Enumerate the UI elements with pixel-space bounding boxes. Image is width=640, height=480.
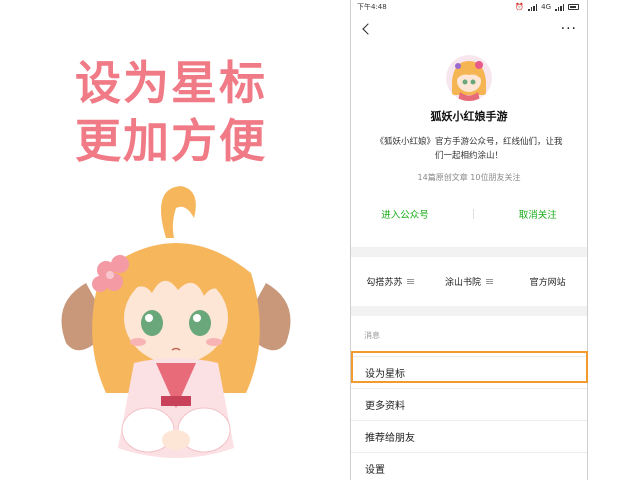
enter-account-button[interactable]: 进入公众号 [381,207,429,221]
menu-item-official-site[interactable]: 官方网站 [508,275,587,288]
account-stats[interactable]: 14篇原创文章 10位朋友关注 [351,172,587,183]
messages-section-label[interactable]: 消息 [351,316,587,356]
custom-menu-bar: 勾搭苏苏 涂山书院 官方网站 [351,257,587,306]
back-chevron-icon[interactable] [361,21,371,37]
action-divider [473,209,475,219]
menu-item-label: 官方网站 [529,278,566,288]
settings-row[interactable]: 设置 [351,452,587,480]
navbar: ··· [351,14,587,44]
mascot-illustration [61,186,291,458]
status-time: 下午4:48 [357,3,387,11]
promo-panel: 设为星标 更加方便 [0,0,345,480]
menu-item-tushan-academy[interactable]: 涂山书院 [430,275,509,288]
section-divider [351,306,587,316]
signal-icon [528,3,538,11]
more-ellipsis-icon[interactable]: ··· [561,22,577,36]
section-divider [351,247,587,257]
submenu-lines-icon [407,279,415,284]
menu-item-gousuosu[interactable]: 勾搭苏苏 [351,275,430,288]
submenu-lines-icon [486,279,494,284]
alarm-icon: ⏰ [515,3,525,11]
unfollow-button[interactable]: 取消关注 [519,207,557,221]
signal-icon-2 [555,3,564,11]
status-bar: 下午4:48 ⏰ 4G [351,0,587,14]
account-description: 《狐妖小红娘》官方手游公众号，红线仙们，让我们一起相约涂山！ [375,137,563,161]
promo-line-1: 设为星标 [75,56,267,110]
set-starred-row[interactable]: 设为星标 [351,356,587,388]
more-info-row[interactable]: 更多资料 [351,388,587,420]
account-avatar[interactable] [446,55,492,101]
battery-icon [568,4,579,10]
account-profile: 狐妖小红娘手游 《狐妖小红娘》官方手游公众号，红线仙们，让我们一起相约涂山！ 1… [351,55,587,183]
account-name: 狐妖小红娘手游 [430,110,508,123]
recommend-to-friend-row[interactable]: 推荐给朋友 [351,420,587,452]
status-icons: ⏰ 4G [515,3,579,11]
promo-line-2: 更加方便 [75,114,267,168]
account-actions: 进入公众号 取消关注 [351,207,587,221]
menu-item-label: 涂山书院 [445,278,482,288]
menu-item-label: 勾搭苏苏 [366,278,403,288]
phone-screen: 下午4:48 ⏰ 4G ··· 狐妖小红娘手游 《狐妖小红娘》官方手游公众号，红… [350,0,588,480]
promo-headline: 设为星标 更加方便 [66,54,276,170]
network-label: 4G [541,3,551,11]
